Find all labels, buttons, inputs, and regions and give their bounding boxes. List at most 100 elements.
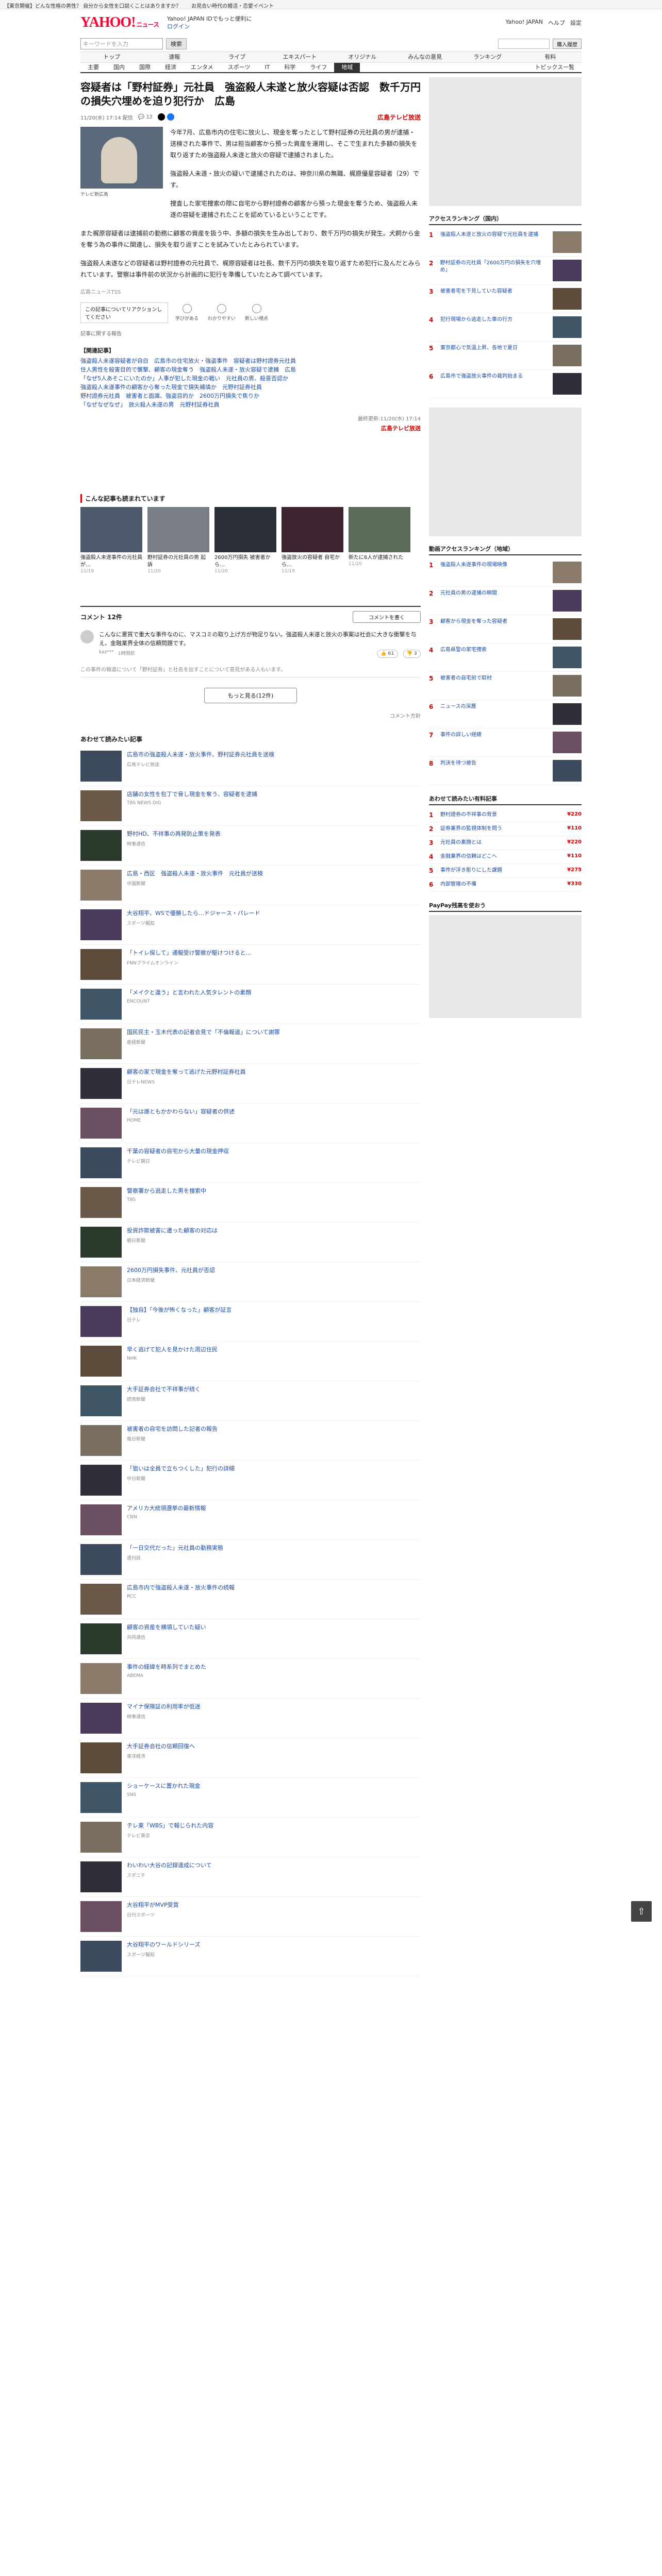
reaction-clear[interactable]: わかりやすい	[208, 304, 236, 321]
list-item[interactable]: 顧客の資産を横領していた疑い 共同通信	[80, 1619, 421, 1659]
also-read-card[interactable]: 新たに6人が逮捕された 11/20	[349, 507, 410, 574]
list-item[interactable]: 広島・西区 強盗殺人未遂・放火事件 元社員が送検 中国新聞	[80, 866, 421, 905]
list-item[interactable]: 警察署から逃走した男を捜索中 TBS	[80, 1183, 421, 1223]
ranking-item[interactable]: 3 元社員の素顔とは ¥220	[429, 836, 582, 850]
list-item[interactable]: 事件の経緯を時系列でまとめた ABEMA	[80, 1659, 421, 1699]
list-item[interactable]: テレ東「WBS」で報じられた内容 テレビ東京	[80, 1818, 421, 1857]
ranking-item[interactable]: 1 野村證券の不祥事の背景 ¥220	[429, 808, 582, 822]
also-read-card[interactable]: 強盗殺人未遂事件の元社員が… 11/19	[80, 507, 142, 574]
category-science[interactable]: 科学	[277, 63, 303, 72]
ranking-item[interactable]: 2 元社員の男の逮捕の瞬間	[429, 587, 582, 615]
top-banner-right[interactable]: お見合い時代の婚活・恋愛イベント	[191, 2, 274, 9]
nav-expert[interactable]: エキスパート	[269, 52, 332, 62]
category-local[interactable]: 地域	[334, 63, 360, 72]
list-item[interactable]: 大手証券会社で不祥事が続く 読売新聞	[80, 1381, 421, 1421]
list-item[interactable]: 【独自】「今後が怖くなった」顧客が証言 日テレ	[80, 1302, 421, 1342]
list-item[interactable]: 千葉の容疑者の自宅から大量の現金押収 テレビ朝日	[80, 1143, 421, 1183]
search-button[interactable]: 検索	[166, 38, 187, 49]
related-link[interactable]: 強盗殺人未遂事件の顧客から奪った現金で損失補填か 元野村証券社員	[80, 383, 421, 392]
nav-breaking[interactable]: 速報	[143, 52, 206, 62]
ranking-item[interactable]: 1 強盗殺人未遂と放火の容疑で元社員を逮捕	[429, 228, 582, 257]
ranking-item[interactable]: 6 内部管理の不備 ¥330	[429, 878, 582, 892]
yahoo-logo[interactable]: YAHOO! ニュース	[80, 14, 159, 31]
ranking-item[interactable]: 6 広島市で強盗放火事件の裁判始まる	[429, 370, 582, 398]
side-ad[interactable]	[429, 77, 582, 206]
list-item[interactable]: 大谷翔平のワールドシリーズ スポーツ報知	[80, 1937, 421, 1976]
list-item[interactable]: 野村HD、不祥事の再発防止策を発表 時事通信	[80, 826, 421, 866]
list-item[interactable]: 「元は誰ともかかわらない」容疑者の供述 HOME	[80, 1104, 421, 1143]
list-item[interactable]: 「一日交代だった」元社員の勤務実態 週刊誌	[80, 1540, 421, 1580]
list-item[interactable]: 国民民主・玉木代表の記者会見で「不倫報道」について謝罪 産経新聞	[80, 1024, 421, 1064]
nav-live[interactable]: ライブ	[206, 52, 269, 62]
list-item[interactable]: 店舗の女性を包丁で脅し現金を奪う、容疑者を逮捕 TBS NEWS DIG	[80, 786, 421, 826]
list-item[interactable]: 「トイレ探して」通報受け警察が駆けつけると… FNNプライムオンライン	[80, 945, 421, 985]
also-read-card[interactable]: 2600万円損失 被害者から… 11/20	[214, 507, 276, 574]
ranking-item[interactable]: 5 被害者の自宅前で取材	[429, 672, 582, 700]
scroll-top-button[interactable]: ⇧	[631, 1901, 652, 1922]
ranking-item[interactable]: 6 ニュースの深層	[429, 700, 582, 728]
category-sports[interactable]: スポーツ	[221, 63, 258, 72]
list-item[interactable]: 「メイクと違う」と言われた人気タレントの素顔 ENCOUNT	[80, 985, 421, 1024]
login-link[interactable]: ログイン	[167, 23, 252, 30]
also-read-card[interactable]: 野村証券の元社員の男 起訴 11/20	[147, 507, 209, 574]
list-item[interactable]: 「狙いは全員で立ちつくした」犯行の詳細 中日新聞	[80, 1461, 421, 1500]
yahoo-japan-link[interactable]: Yahoo! JAPAN	[505, 19, 543, 27]
ranking-item[interactable]: 3 顧客から現金を奪った容疑者	[429, 615, 582, 643]
also-read-card[interactable]: 強盗放火の容疑者 自宅から… 11/19	[282, 507, 343, 574]
list-item[interactable]: わいわい大谷の記録達成について スポニチ	[80, 1857, 421, 1897]
related-link[interactable]: 住人男性を殺害目的で襲撃、顧客の現金奪う 強盗殺人未遂・放火容疑で逮捕 広島	[80, 365, 421, 374]
nav-original[interactable]: オリジナル	[331, 52, 394, 62]
ranking-item[interactable]: 4 金融業界の信頼はどこへ ¥110	[429, 850, 582, 864]
list-item[interactable]: 大手証券会社の信頼回復へ 東洋経済	[80, 1738, 421, 1778]
category-entertainment[interactable]: エンタメ	[184, 63, 221, 72]
comment-user[interactable]: kaz***	[99, 650, 114, 658]
category-it[interactable]: IT	[257, 63, 277, 72]
side-ad-2[interactable]	[429, 408, 582, 536]
ranking-item[interactable]: 5 事件が浮き彫りにした課題 ¥275	[429, 864, 582, 878]
dislike-button[interactable]: 👎 3	[403, 650, 421, 658]
settings-link[interactable]: 設定	[570, 19, 582, 27]
purchase-history-button[interactable]: 購入履歴	[553, 39, 582, 49]
help-link[interactable]: ヘルプ	[548, 19, 565, 27]
nav-ranking[interactable]: ランキング	[456, 52, 519, 62]
secondary-input[interactable]	[498, 39, 550, 49]
related-link[interactable]: 「なぜなぜなぜ」 放火殺人未遂の男 元野村証券社員	[80, 400, 421, 409]
list-item[interactable]: マイナ保険証の利用率が低迷 時事通信	[80, 1699, 421, 1738]
brand-footer[interactable]: 広島テレビ放送	[80, 424, 421, 432]
topics-list-link[interactable]: トピックス一覧	[527, 63, 582, 72]
list-item[interactable]: アメリカ大統領選挙の最新情報 CNN	[80, 1500, 421, 1540]
ranking-item[interactable]: 4 広島県警の家宅捜索	[429, 643, 582, 672]
like-button[interactable]: 👍 61	[377, 650, 398, 658]
related-link[interactable]: 野村證券元社員 被害者と面識、強盗目的か 2600万円損失で焦りか	[80, 392, 421, 400]
report-link[interactable]: 記事に関する報告	[80, 329, 421, 337]
related-link[interactable]: 強盗殺人未遂容疑者が自白 広島市の住宅放火・強盗事件 容疑者は野村證券元社員	[80, 357, 421, 365]
nav-paid[interactable]: 有料	[519, 52, 582, 62]
category-main[interactable]: 主要	[80, 63, 106, 72]
related-link[interactable]: 「なぜ5人あそこにいたのか」人事が犯した現金の戦い 元社員の男、殺意否認か	[80, 374, 421, 383]
category-domestic[interactable]: 国内	[106, 63, 132, 72]
ranking-item[interactable]: 2 証券業界の監視体制を問う ¥110	[429, 822, 582, 836]
list-item[interactable]: ショーケースに置かれた現金 SNS	[80, 1778, 421, 1818]
reaction-learn[interactable]: 学びがある	[175, 304, 198, 321]
list-item[interactable]: 広島市内で強盗殺人未遂・放火事件の続報 RCC	[80, 1580, 421, 1619]
nav-top[interactable]: トップ	[80, 52, 143, 62]
paypay-ad[interactable]	[429, 915, 582, 1018]
ranking-item[interactable]: 8 判決を待つ被告	[429, 757, 582, 785]
list-item[interactable]: 広島市の強盗殺人未遂・放火事件、野村証券元社員を送検 広島テレビ放送	[80, 747, 421, 786]
list-item[interactable]: 大谷翔平、WSで優勝したら…ドジャース・パレード スポーツ報知	[80, 905, 421, 945]
comment-count-badge[interactable]: 💬 12	[138, 114, 153, 120]
list-item[interactable]: 被害者の自宅を訪問した記者の報告 毎日新聞	[80, 1421, 421, 1461]
ranking-item[interactable]: 4 犯行現場から逃走した車の行方	[429, 313, 582, 342]
ranking-item[interactable]: 3 被害者宅を下見していた容疑者	[429, 285, 582, 313]
comment-policy-link[interactable]: コメント方針	[80, 711, 421, 719]
source-brand[interactable]: 広島テレビ放送	[377, 113, 421, 122]
category-life[interactable]: ライフ	[303, 63, 334, 72]
list-item[interactable]: 顧客の家で現金を奪って逃げた元野村証券社員 日テレNEWS	[80, 1064, 421, 1104]
search-input[interactable]: キーワードを入力	[80, 38, 163, 49]
write-comment-button[interactable]: コメントを書く	[353, 611, 421, 623]
nav-opinion[interactable]: みんなの意見	[394, 52, 457, 62]
ranking-item[interactable]: 2 野村証券の元社員「2600万円の損失を穴埋め」	[429, 257, 582, 285]
category-economy[interactable]: 経済	[158, 63, 184, 72]
ranking-item[interactable]: 1 強盗殺人未遂事件の現場映像	[429, 558, 582, 587]
x-share-icon[interactable]	[158, 113, 166, 121]
